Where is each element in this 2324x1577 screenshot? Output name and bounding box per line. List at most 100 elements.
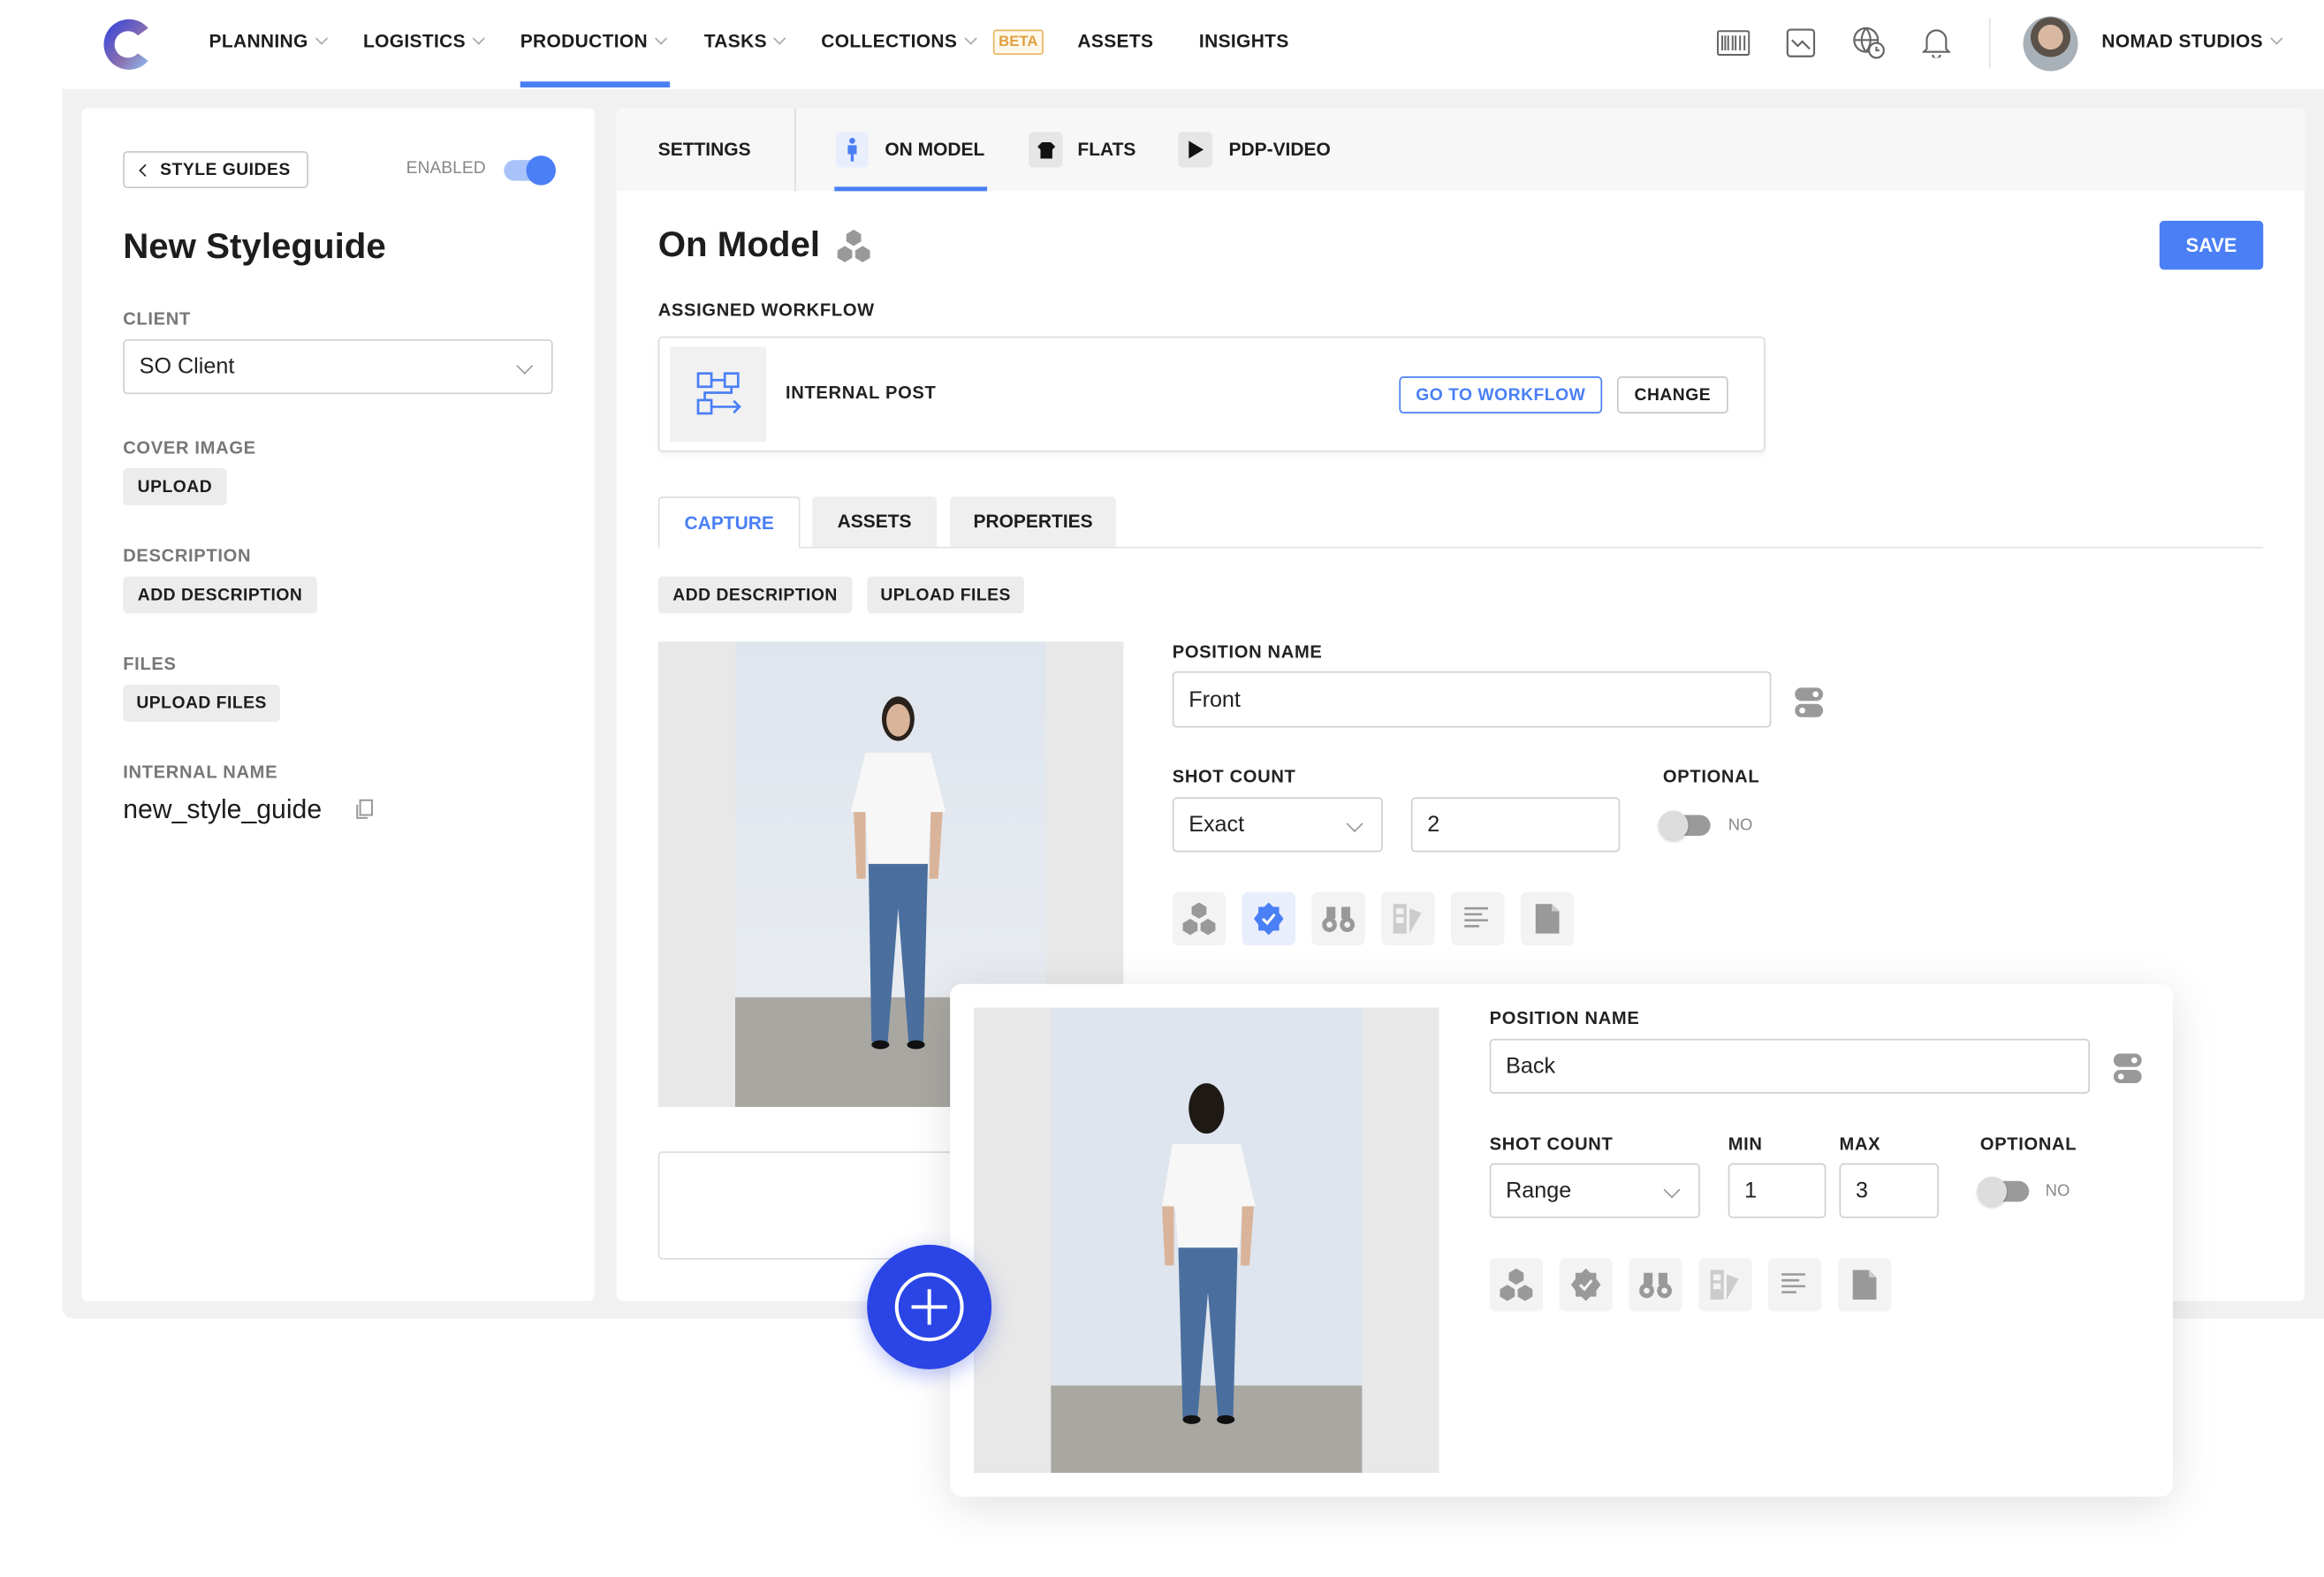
cubes-icon[interactable] xyxy=(1489,1258,1544,1312)
shirt-icon xyxy=(1029,132,1063,168)
capture-upload-files-button[interactable]: UPLOAD FILES xyxy=(867,576,1025,614)
subtab-properties[interactable]: PROPERTIES xyxy=(950,496,1117,547)
tab-pdp-video[interactable]: PDP-VIDEO xyxy=(1178,132,1331,168)
beta-badge: BETA xyxy=(992,29,1044,56)
position-back-image[interactable] xyxy=(973,1007,1439,1474)
nav-collections[interactable]: COLLECTIONS xyxy=(821,31,977,52)
tab-settings[interactable]: SETTINGS xyxy=(658,140,751,160)
nav-assets[interactable]: ASSETS xyxy=(1077,31,1153,51)
position-card-back[interactable]: POSITION NAME Back SHOT COUNT MIN MAX OP… xyxy=(950,983,2173,1497)
shot-count-select[interactable]: Exact xyxy=(1172,797,1383,853)
upload-cover-button[interactable]: UPLOAD xyxy=(123,468,227,505)
verified-badge-icon[interactable] xyxy=(1242,891,1295,946)
workflow-icon xyxy=(670,346,767,442)
chevron-down-icon xyxy=(315,32,328,45)
position-name-input[interactable]: Front xyxy=(1172,671,1772,728)
app-logo[interactable] xyxy=(98,15,155,74)
swatch-icon[interactable] xyxy=(1381,891,1435,946)
page-title: On Model xyxy=(657,224,821,266)
nav-planning[interactable]: PLANNING xyxy=(209,31,328,52)
shot-count-label: SHOT COUNT xyxy=(1172,766,1296,787)
client-select[interactable]: SO Client xyxy=(123,339,553,395)
chart-icon[interactable] xyxy=(1786,28,1816,58)
plus-circle-icon xyxy=(894,1272,964,1342)
shot-count-select[interactable]: Range xyxy=(1489,1163,1700,1218)
document-icon[interactable] xyxy=(1520,891,1575,946)
subtab-assets[interactable]: ASSETS xyxy=(812,496,938,547)
nav-logistics[interactable]: LOGISTICS xyxy=(363,31,486,52)
nav-divider xyxy=(1988,18,1991,69)
verified-badge-icon[interactable] xyxy=(1559,1258,1613,1312)
internal-name-label: INTERNAL NAME xyxy=(123,762,278,783)
internal-name-value: new_style_guide xyxy=(123,794,323,824)
globe-clock-icon[interactable] xyxy=(1851,26,1887,61)
text-align-icon[interactable] xyxy=(1768,1258,1822,1312)
document-icon[interactable] xyxy=(1837,1258,1892,1312)
binoculars-icon[interactable] xyxy=(1311,891,1365,946)
play-icon xyxy=(1178,132,1213,168)
nav-active-underline xyxy=(520,81,671,87)
toggle-settings-icon[interactable] xyxy=(1795,687,1824,717)
chevron-down-icon xyxy=(655,32,668,45)
model-back-photo xyxy=(1051,1007,1363,1474)
tab-flats[interactable]: FLATS xyxy=(1029,132,1135,168)
upload-files-button[interactable]: UPLOAD FILES xyxy=(123,684,281,722)
cubes-icon[interactable] xyxy=(1172,891,1227,946)
add-position-button[interactable] xyxy=(867,1244,992,1369)
avatar[interactable] xyxy=(2023,16,2078,72)
position-name-input[interactable]: Back xyxy=(1489,1038,2090,1094)
files-label: FILES xyxy=(123,653,177,675)
nav-tasks[interactable]: TASKS xyxy=(704,31,787,52)
tab-on-model[interactable]: ON MODEL xyxy=(835,132,984,168)
position-front-icons xyxy=(1172,891,1617,946)
shot-count-input[interactable]: 2 xyxy=(1410,797,1621,853)
description-label: DESCRIPTION xyxy=(123,545,252,566)
chevron-down-icon xyxy=(472,32,486,45)
capture-add-description-button[interactable]: ADD DESCRIPTION xyxy=(657,576,853,614)
chevron-down-icon xyxy=(2269,32,2283,45)
add-description-button[interactable]: ADD DESCRIPTION xyxy=(123,576,317,614)
optional-toggle[interactable] xyxy=(1658,810,1711,841)
styleguide-sidebar: STYLE GUIDES ENABLED New Styleguide CLIE… xyxy=(81,108,595,1301)
optional-value: NO xyxy=(2045,1182,2070,1201)
tab-active-underline xyxy=(834,186,988,192)
toggle-settings-icon[interactable] xyxy=(2113,1053,2142,1084)
max-label: MAX xyxy=(1839,1133,1881,1155)
go-to-workflow-button[interactable]: GO TO WORKFLOW xyxy=(1399,376,1603,413)
account-menu[interactable]: NOMAD STUDIOS xyxy=(2101,31,2283,52)
workflow-card: INTERNAL POST GO TO WORKFLOW CHANGE xyxy=(657,336,1766,452)
styleguide-title: New Styleguide xyxy=(123,226,386,267)
chevron-down-icon xyxy=(964,32,977,45)
client-label: CLIENT xyxy=(123,307,191,330)
chevron-down-icon xyxy=(773,32,787,45)
barcode-icon[interactable] xyxy=(1716,28,1751,58)
position-name-label: POSITION NAME xyxy=(1489,1007,1640,1029)
max-input[interactable]: 3 xyxy=(1839,1163,1939,1218)
optional-value: NO xyxy=(1728,816,1753,835)
min-label: MIN xyxy=(1728,1133,1763,1155)
optional-toggle[interactable] xyxy=(1977,1176,2030,1207)
subtab-capture[interactable]: CAPTURE xyxy=(657,496,801,549)
copy-icon[interactable] xyxy=(356,799,374,819)
optional-label: OPTIONAL xyxy=(1979,1133,2077,1155)
back-to-style-guides-button[interactable]: STYLE GUIDES xyxy=(123,151,308,189)
subtab-divider xyxy=(800,546,2264,549)
top-nav: PLANNING LOGISTICS PRODUCTION TASKS COLL… xyxy=(0,0,2324,89)
person-icon xyxy=(835,132,869,168)
save-button[interactable]: SAVE xyxy=(2159,220,2264,270)
bell-icon[interactable] xyxy=(1922,27,1951,58)
text-align-icon[interactable] xyxy=(1451,891,1505,946)
change-workflow-button[interactable]: CHANGE xyxy=(1616,376,1728,413)
cubes-icon xyxy=(837,229,870,262)
nav-insights[interactable]: INSIGHTS xyxy=(1199,31,1289,51)
position-back-icons xyxy=(1489,1258,1934,1312)
nav-production[interactable]: PRODUCTION xyxy=(520,31,668,52)
binoculars-icon[interactable] xyxy=(1629,1258,1682,1312)
position-name-label: POSITION NAME xyxy=(1172,641,1323,663)
enabled-label: ENABLED xyxy=(406,160,486,178)
shot-count-label: SHOT COUNT xyxy=(1489,1133,1614,1155)
swatch-icon[interactable] xyxy=(1698,1258,1752,1312)
enabled-toggle[interactable] xyxy=(504,155,556,186)
min-input[interactable]: 1 xyxy=(1728,1163,1827,1218)
chevron-left-icon xyxy=(139,163,152,177)
